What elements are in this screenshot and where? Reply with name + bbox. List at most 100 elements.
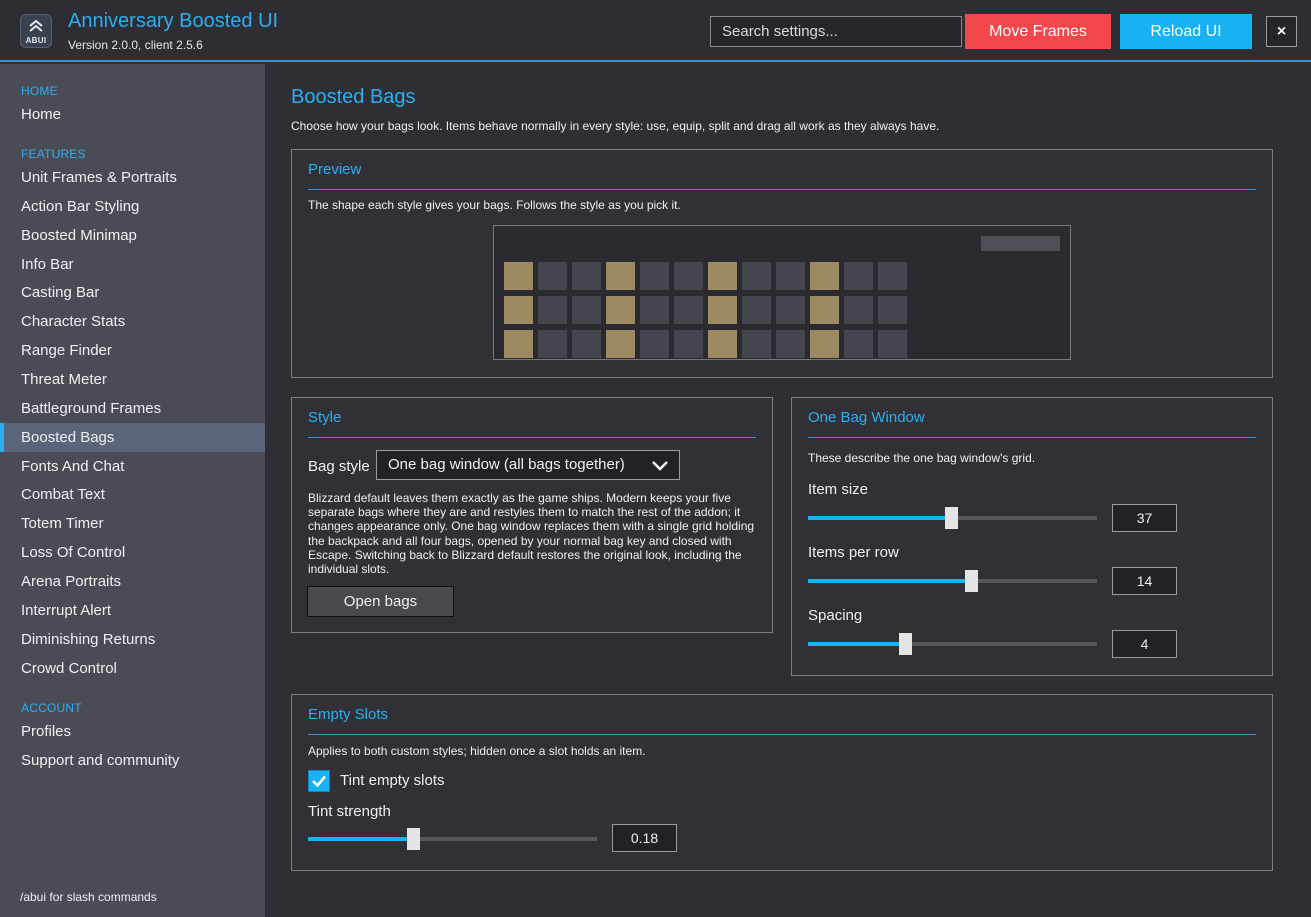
bag-slot [674,262,703,290]
bag-slot-first [708,330,737,358]
preview-title: Preview [308,161,362,178]
sidebar-item-casting-bar[interactable]: Casting Bar [0,278,265,307]
bag-slot-first [606,296,635,324]
style-panel: Style Bag style One bag window (all bags… [291,397,773,633]
slider-thumb[interactable] [965,570,979,592]
one-bag-title: One Bag Window [808,409,925,426]
bag-slot [878,330,907,358]
bag-slot [742,296,771,324]
bag-style-dropdown[interactable]: One bag window (all bags together) [376,450,680,480]
bag-slot [538,296,567,324]
preview-panel: Preview The shape each style gives your … [291,149,1273,378]
style-title: Style [308,409,342,426]
sidebar-item-minimap[interactable]: Boosted Minimap [0,221,265,250]
checkmark-icon [312,775,326,788]
sidebar-item-profiles[interactable]: Profiles [0,717,265,746]
bag-slot [674,330,703,358]
style-description: Blizzard default leaves them exactly as … [308,491,755,577]
slider-fill [308,837,414,841]
spacing-label: Spacing [808,607,863,624]
sidebar-item-totem-timer[interactable]: Totem Timer [0,509,265,538]
empty-slots-description: Applies to both custom styles; hidden on… [308,744,646,758]
slider-thumb[interactable] [899,633,913,655]
bag-slot [640,330,669,358]
sidebar-item-battleground[interactable]: Battleground Frames [0,394,265,423]
sidebar-heading-home: HOME [21,84,58,98]
panel-divider [808,437,1256,438]
bag-slot-first [606,330,635,358]
chevron-down-icon [652,461,668,471]
panel-divider [308,734,1256,735]
sidebar-item-info-bar[interactable]: Info Bar [0,250,265,279]
item-size-value[interactable]: 37 [1112,504,1177,532]
sidebar-item-loss-of-control[interactable]: Loss Of Control [0,538,265,567]
sidebar-item-crowd-control[interactable]: Crowd Control [0,654,265,683]
tint-empty-slots-label[interactable]: Tint empty slots [340,772,444,789]
panel-divider [308,437,756,438]
sidebar-item-unit-frames[interactable]: Unit Frames & Portraits [0,163,265,192]
tint-empty-slots-checkbox[interactable] [308,770,330,792]
bag-slot [844,330,873,358]
move-frames-button[interactable]: Move Frames [965,14,1111,49]
slider-thumb[interactable] [407,828,421,850]
sidebar-item-combat-text[interactable]: Combat Text [0,480,265,509]
bag-slot [844,262,873,290]
sidebar-item-action-bar[interactable]: Action Bar Styling [0,192,265,221]
header-bar: ABUI Anniversary Boosted UI Version 2.0.… [0,0,1311,62]
sidebar-item-support[interactable]: Support and community [0,746,265,775]
bag-slot [776,330,805,358]
sidebar-footer: /abui for slash commands [20,890,157,904]
slider-fill [808,579,972,583]
bag-slot [674,296,703,324]
sidebar-item-interrupt-alert[interactable]: Interrupt Alert [0,596,265,625]
bag-style-label: Bag style [308,458,370,475]
items-per-row-slider[interactable] [808,570,1097,592]
sidebar-item-boosted-bags[interactable]: Boosted Bags [0,423,265,452]
bag-slot [538,330,567,358]
sidebar: HOME Home FEATURES Unit Frames & Portrai… [0,64,265,917]
bag-slot-first [504,330,533,358]
close-icon: × [1276,23,1287,40]
open-bags-button[interactable]: Open bags [307,586,454,617]
tint-strength-slider[interactable] [308,828,597,850]
one-bag-description: These describe the one bag window's grid… [808,451,1036,465]
bag-slot [572,330,601,358]
bag-slot [776,262,805,290]
bag-slot [878,262,907,290]
spacing-slider[interactable] [808,633,1097,655]
app-version: Version 2.0.0, client 2.5.6 [68,38,203,52]
bag-slot-first [810,330,839,358]
close-button[interactable]: × [1266,16,1297,47]
preview-title-bar [981,236,1060,251]
bag-slot [572,296,601,324]
reload-ui-button[interactable]: Reload UI [1120,14,1252,49]
slider-thumb[interactable] [945,507,959,529]
items-per-row-value[interactable]: 14 [1112,567,1177,595]
logo-text: ABUI [25,36,47,45]
bag-slot-first [708,296,737,324]
page-title: Boosted Bags [291,86,416,108]
bag-slot [640,262,669,290]
spacing-value[interactable]: 4 [1112,630,1177,658]
item-size-label: Item size [808,481,869,498]
bag-slot [776,296,805,324]
tint-strength-value[interactable]: 0.18 [612,824,677,852]
sidebar-item-home[interactable]: Home [0,100,265,129]
sidebar-item-threat-meter[interactable]: Threat Meter [0,365,265,394]
bag-slot [844,296,873,324]
sidebar-item-diminishing-returns[interactable]: Diminishing Returns [0,625,265,654]
item-size-slider[interactable] [808,507,1097,529]
search-input[interactable] [710,16,962,47]
chevron-up-icon [29,19,43,32]
sidebar-item-arena-portraits[interactable]: Arena Portraits [0,567,265,596]
sidebar-item-fonts-chat[interactable]: Fonts And Chat [0,452,265,481]
bag-slot [878,296,907,324]
preview-description: The shape each style gives your bags. Fo… [308,198,681,212]
sidebar-item-character-stats[interactable]: Character Stats [0,307,265,336]
page-description: Choose how your bags look. Items behave … [291,119,940,133]
sidebar-item-range-finder[interactable]: Range Finder [0,336,265,365]
slider-fill [808,516,952,520]
bag-slot-first [504,296,533,324]
panel-divider [308,189,1256,190]
bag-slot-first [504,262,533,290]
